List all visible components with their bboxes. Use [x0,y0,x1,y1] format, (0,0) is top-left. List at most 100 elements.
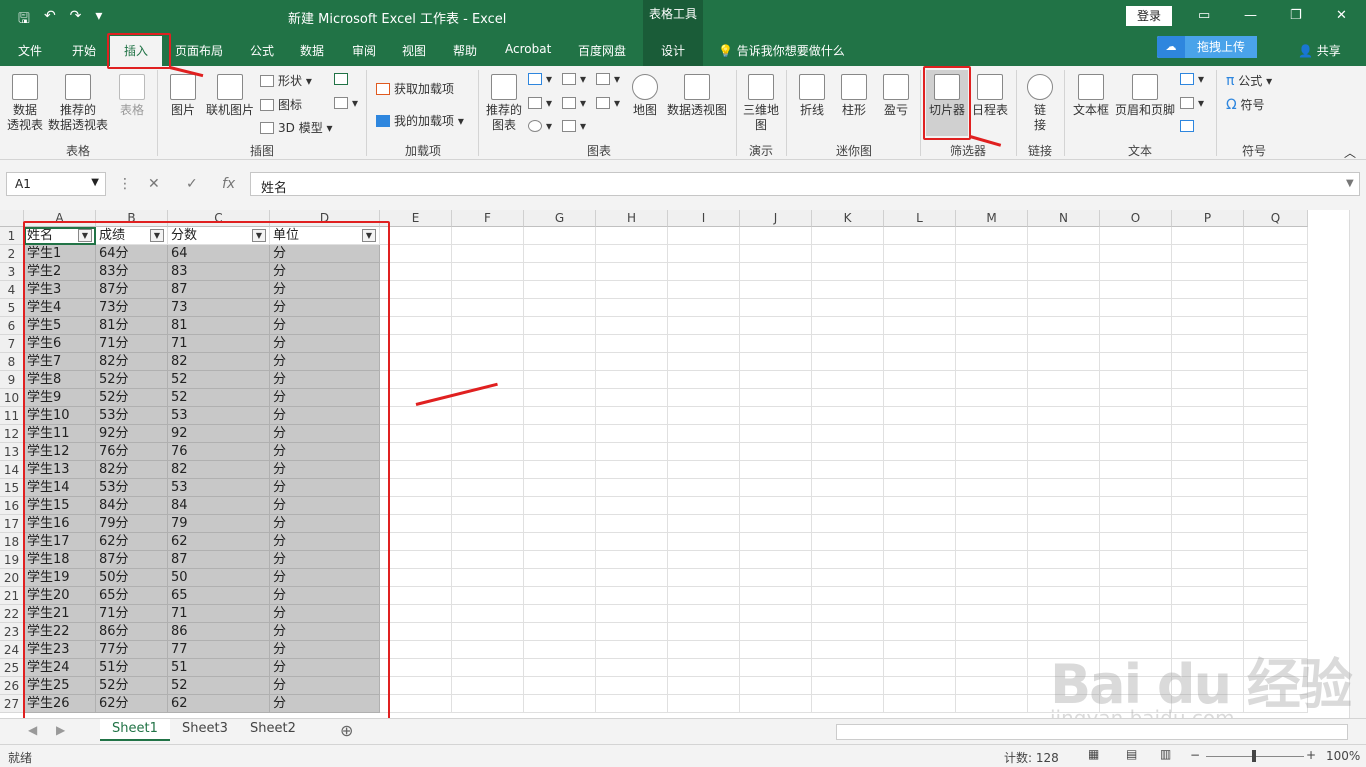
cell[interactable] [380,353,452,371]
cell[interactable] [1172,353,1244,371]
cell[interactable] [740,677,812,695]
cell[interactable] [740,281,812,299]
cell[interactable] [524,227,596,245]
cell[interactable] [884,695,956,713]
row-header[interactable]: 16 [0,497,24,515]
online-picture-button[interactable]: 联机图片 [204,74,256,118]
cell[interactable] [1172,389,1244,407]
tab-data[interactable]: 数据 [300,42,324,59]
sheet-tab-sheet1[interactable]: Sheet1 [100,719,170,741]
cell[interactable] [740,605,812,623]
cell[interactable] [1100,281,1172,299]
cell[interactable] [524,551,596,569]
cell[interactable] [1100,479,1172,497]
cell[interactable] [812,569,884,587]
collapse-ribbon-icon[interactable]: ︿ [1344,144,1356,161]
cell[interactable] [1172,281,1244,299]
cell[interactable] [884,533,956,551]
cell[interactable] [956,605,1028,623]
cell[interactable] [452,695,524,713]
cell[interactable] [380,641,452,659]
minimize-icon[interactable]: — [1244,8,1257,23]
timeline-button[interactable]: 日程表 [972,74,1008,118]
cell[interactable] [740,371,812,389]
cell[interactable] [812,677,884,695]
cell[interactable] [668,695,740,713]
cell[interactable] [884,551,956,569]
cell[interactable] [524,677,596,695]
cell[interactable] [812,659,884,677]
cell[interactable] [524,317,596,335]
cell[interactable] [1244,587,1308,605]
waterfall-chart-icon[interactable]: ▾ [596,72,620,86]
cell[interactable] [1172,497,1244,515]
cell[interactable] [668,371,740,389]
cell[interactable] [1100,407,1172,425]
cell[interactable] [812,299,884,317]
horizontal-scrollbar[interactable] [836,724,1348,740]
row-header[interactable]: 2 [0,245,24,263]
zoom-slider-thumb[interactable] [1252,750,1256,762]
row-header[interactable]: 5 [0,299,24,317]
tell-me-search[interactable]: 💡 告诉我你想要做什么 [718,42,845,59]
cell[interactable] [1244,515,1308,533]
cell[interactable] [1100,317,1172,335]
cell[interactable] [596,461,668,479]
cell[interactable] [596,497,668,515]
row-header[interactable]: 8 [0,353,24,371]
tab-review[interactable]: 审阅 [352,42,376,59]
cell[interactable] [452,317,524,335]
cell[interactable] [1244,479,1308,497]
cell[interactable] [1100,299,1172,317]
cell[interactable] [524,533,596,551]
row-header[interactable]: 21 [0,587,24,605]
cell[interactable] [524,443,596,461]
cell[interactable] [668,677,740,695]
cell[interactable] [380,479,452,497]
signature-line-icon[interactable]: ▾ [1180,96,1204,110]
cell[interactable] [1100,605,1172,623]
cell[interactable] [812,317,884,335]
cell[interactable] [812,245,884,263]
cell[interactable] [956,461,1028,479]
cell[interactable] [524,605,596,623]
cell[interactable] [452,299,524,317]
row-header[interactable]: 13 [0,443,24,461]
cell[interactable] [1100,569,1172,587]
cell[interactable] [740,245,812,263]
cell[interactable] [956,371,1028,389]
recommended-pivot-button[interactable]: 推荐的 数据透视表 [46,74,110,133]
baidu-upload-button[interactable]: ☁ 拖拽上传 [1157,36,1257,58]
cell[interactable] [380,623,452,641]
cell[interactable] [1100,245,1172,263]
cell[interactable] [668,533,740,551]
tab-view[interactable]: 视图 [402,42,426,59]
cell[interactable] [380,263,452,281]
cell[interactable] [596,587,668,605]
cell[interactable] [740,695,812,713]
shapes-button[interactable]: 形状 ▾ [260,72,312,89]
cell[interactable] [1244,371,1308,389]
cell[interactable] [1244,533,1308,551]
3d-model-button[interactable]: 3D 模型 ▾ [260,119,333,136]
cell[interactable] [740,587,812,605]
cell[interactable] [812,335,884,353]
cell[interactable] [380,659,452,677]
cell[interactable] [380,533,452,551]
cell[interactable] [668,587,740,605]
scatter-chart-icon[interactable]: ▾ [528,96,552,110]
cell[interactable] [884,443,956,461]
object-icon[interactable] [1180,119,1198,133]
cell[interactable] [884,425,956,443]
cell[interactable] [596,353,668,371]
cell[interactable] [524,695,596,713]
combo-chart-icon[interactable]: ▾ [562,119,586,133]
cell[interactable] [380,677,452,695]
tab-design[interactable]: 设计 [643,34,703,66]
3d-map-button[interactable]: 三维地 图 [742,74,780,133]
cell[interactable] [1172,479,1244,497]
cell[interactable] [884,641,956,659]
cell[interactable] [1100,623,1172,641]
expand-formula-icon[interactable]: ▼ [1346,178,1354,189]
column-header[interactable]: F [452,210,524,227]
